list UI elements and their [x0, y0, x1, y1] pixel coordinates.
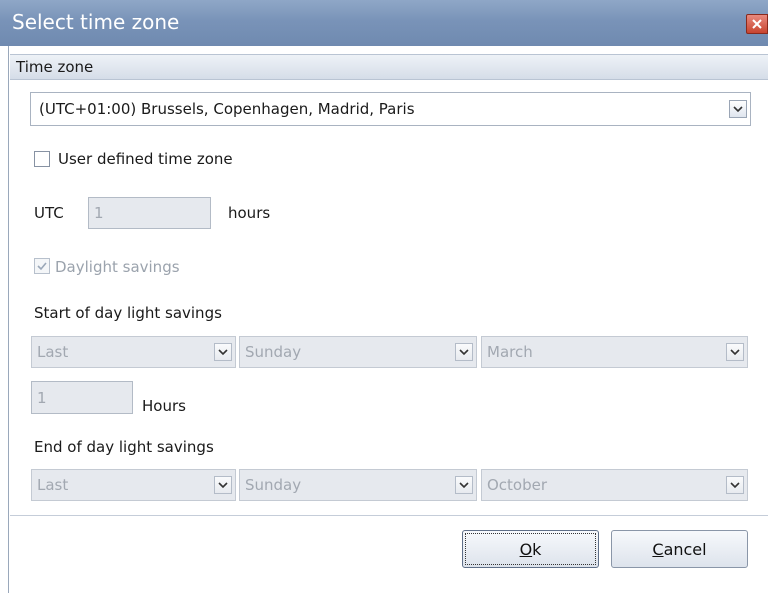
end-day-dropdown-button[interactable]	[455, 476, 473, 494]
hours-label: hours	[228, 204, 271, 222]
start-hours-label: Hours	[142, 397, 186, 415]
cancel-button[interactable]: Cancel	[611, 530, 748, 568]
start-dst-heading: Start of day light savings	[34, 304, 222, 322]
chevron-down-icon	[459, 482, 469, 489]
end-week-value: Last	[37, 476, 69, 494]
title-bar[interactable]: Select time zone	[0, 0, 768, 46]
ok-button[interactable]: Ok	[462, 530, 599, 568]
select-time-zone-dialog: Select time zone Time zone (UTC+01:00) B…	[0, 0, 768, 593]
end-day-select[interactable]: Sunday	[239, 469, 477, 501]
start-hours-input[interactable]: 1	[31, 381, 133, 414]
end-month-select[interactable]: October	[481, 469, 748, 501]
user-defined-checkbox[interactable]	[34, 151, 50, 167]
ok-button-label: k	[532, 539, 542, 559]
end-month-value: October	[487, 476, 548, 494]
end-month-dropdown-button[interactable]	[726, 476, 744, 494]
start-hours-value: 1	[37, 388, 47, 407]
time-zone-group-header: Time zone	[10, 54, 768, 80]
cancel-button-mnemonic: C	[652, 539, 664, 559]
end-day-value: Sunday	[245, 476, 302, 494]
utc-offset-value: 1	[94, 204, 104, 222]
start-week-dropdown-button[interactable]	[214, 343, 232, 361]
close-button[interactable]	[746, 14, 768, 34]
chevron-down-icon	[733, 106, 743, 113]
ok-button-mnemonic: O	[519, 539, 533, 559]
start-day-select[interactable]: Sunday	[239, 336, 477, 368]
start-month-select[interactable]: March	[481, 336, 748, 368]
chevron-down-icon	[730, 482, 740, 489]
chevron-down-icon	[218, 482, 228, 489]
chevron-down-icon	[218, 349, 228, 356]
start-month-dropdown-button[interactable]	[726, 343, 744, 361]
close-icon	[752, 19, 762, 29]
cancel-button-label: ancel	[663, 539, 707, 559]
window-title: Select time zone	[12, 10, 180, 34]
chevron-down-icon	[730, 349, 740, 356]
daylight-savings-label[interactable]: Daylight savings	[55, 258, 180, 276]
timezone-select-value: (UTC+01:00) Brussels, Copenhagen, Madrid…	[39, 100, 415, 118]
utc-label: UTC	[34, 204, 64, 222]
dialog-footer: Ok Cancel	[10, 516, 768, 593]
daylight-savings-checkbox[interactable]	[34, 258, 50, 274]
start-week-value: Last	[37, 343, 69, 361]
end-dst-heading: End of day light savings	[34, 438, 214, 456]
time-zone-group: (UTC+01:00) Brussels, Copenhagen, Madrid…	[10, 80, 768, 516]
timezone-dropdown-button[interactable]	[729, 100, 747, 118]
start-week-select[interactable]: Last	[31, 336, 236, 368]
end-week-select[interactable]: Last	[31, 469, 236, 501]
start-month-value: March	[487, 343, 533, 361]
start-day-dropdown-button[interactable]	[455, 343, 473, 361]
utc-offset-input[interactable]: 1	[88, 197, 211, 229]
group-header-label: Time zone	[16, 58, 94, 76]
user-defined-label[interactable]: User defined time zone	[58, 150, 233, 168]
end-week-dropdown-button[interactable]	[214, 476, 232, 494]
checkmark-icon	[37, 262, 47, 271]
timezone-select[interactable]: (UTC+01:00) Brussels, Copenhagen, Madrid…	[30, 92, 751, 126]
chevron-down-icon	[459, 349, 469, 356]
start-day-value: Sunday	[245, 343, 302, 361]
